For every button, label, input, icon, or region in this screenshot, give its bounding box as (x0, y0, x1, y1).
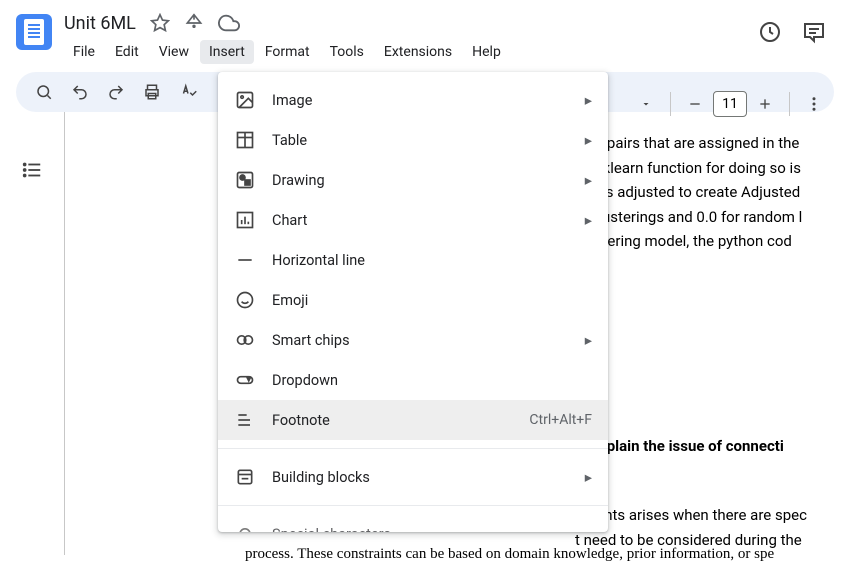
smart-chips-icon (234, 329, 256, 351)
insert-emoji-item[interactable]: Emoji (218, 280, 608, 320)
menu-label: Drawing (272, 172, 577, 189)
chevron-right-icon: ▸ (585, 132, 592, 149)
emoji-icon (234, 289, 256, 311)
menu-label: Horizontal line (272, 252, 592, 269)
menu-bar: File Edit View Insert Format Tools Exten… (64, 40, 758, 64)
drawing-icon (234, 169, 256, 191)
insert-footnote-item[interactable]: Footnote Ctrl+Alt+F (218, 400, 608, 440)
menu-label: Special characters (272, 526, 592, 533)
document-title[interactable]: Unit 6ML (64, 13, 136, 34)
menu-format[interactable]: Format (256, 40, 319, 64)
insert-image-item[interactable]: Image ▸ (218, 80, 608, 120)
docs-logo[interactable] (16, 14, 52, 50)
chart-icon (234, 209, 256, 231)
doc-text: RS) is adjusted to create Adjusted (575, 181, 850, 204)
insert-table-item[interactable]: Table ▸ (218, 120, 608, 160)
print-button[interactable] (136, 76, 168, 108)
menu-extensions[interactable]: Extensions (375, 40, 461, 64)
dropdown-icon (234, 369, 256, 391)
menu-view[interactable]: View (150, 40, 198, 64)
menu-insert[interactable]: Insert (200, 40, 254, 64)
menu-label: Chart (272, 212, 577, 229)
star-icon[interactable] (150, 13, 170, 33)
building-blocks-icon (234, 466, 256, 488)
comment-icon[interactable] (802, 20, 826, 48)
doc-heading: g, explain the issue of connecti (575, 435, 850, 458)
doc-text: aple pairs that are assigned in the (575, 132, 850, 155)
search-menus-button[interactable] (28, 76, 60, 108)
chevron-right-icon: ▸ (585, 332, 592, 349)
outline-toggle-button[interactable] (14, 152, 50, 188)
insert-dropdown-item[interactable]: Dropdown (218, 360, 608, 400)
keyboard-shortcut: Ctrl+Alt+F (529, 412, 592, 428)
image-icon (234, 89, 256, 111)
menu-edit[interactable]: Edit (106, 40, 148, 64)
doc-text: clustering model, the python cod (575, 230, 850, 253)
menu-label: Footnote (272, 412, 529, 429)
menu-file[interactable]: File (64, 40, 104, 64)
doc-text: al clusterings and 0.0 for random l (575, 206, 850, 229)
insert-building-blocks-item[interactable]: Building blocks ▸ (218, 457, 608, 497)
special-characters-icon (234, 523, 256, 532)
chevron-right-icon: ▸ (585, 469, 592, 486)
menu-label: Table (272, 132, 577, 149)
menu-divider (218, 505, 608, 506)
insert-horizontal-line-item[interactable]: Horizontal line (218, 240, 608, 280)
table-icon (234, 129, 256, 151)
menu-label: Building blocks (272, 469, 577, 486)
chevron-right-icon: ▸ (585, 172, 592, 189)
redo-button[interactable] (100, 76, 132, 108)
undo-button[interactable] (64, 76, 96, 108)
horizontal-line-icon (234, 249, 256, 271)
menu-divider (218, 448, 608, 449)
history-icon[interactable] (758, 20, 782, 48)
doc-text: straints arises when there are spec (575, 504, 850, 527)
menu-label: Dropdown (272, 372, 592, 389)
insert-drawing-item[interactable]: Drawing ▸ (218, 160, 608, 200)
insert-dropdown-menu: Image ▸ Table ▸ Drawing ▸ Chart ▸ Horizo… (218, 72, 608, 532)
menu-label: Image (272, 92, 577, 109)
spellcheck-button[interactable] (172, 76, 204, 108)
insert-chart-item[interactable]: Chart ▸ (218, 200, 608, 240)
chevron-right-icon: ▸ (585, 212, 592, 229)
cloud-status-icon[interactable] (218, 12, 240, 34)
menu-help[interactable]: Help (463, 40, 510, 64)
menu-tools[interactable]: Tools (321, 40, 373, 64)
footnote-icon (234, 409, 256, 431)
insert-smart-chips-item[interactable]: Smart chips ▸ (218, 320, 608, 360)
insert-special-characters-item[interactable]: Special characters (218, 514, 608, 532)
chevron-right-icon: ▸ (585, 92, 592, 109)
doc-text: process. These constraints can be based … (245, 546, 774, 563)
menu-label: Smart chips (272, 332, 577, 349)
move-icon[interactable] (184, 13, 204, 33)
doc-text: he sklearn function for doing so is (575, 157, 850, 180)
menu-label: Emoji (272, 292, 592, 309)
